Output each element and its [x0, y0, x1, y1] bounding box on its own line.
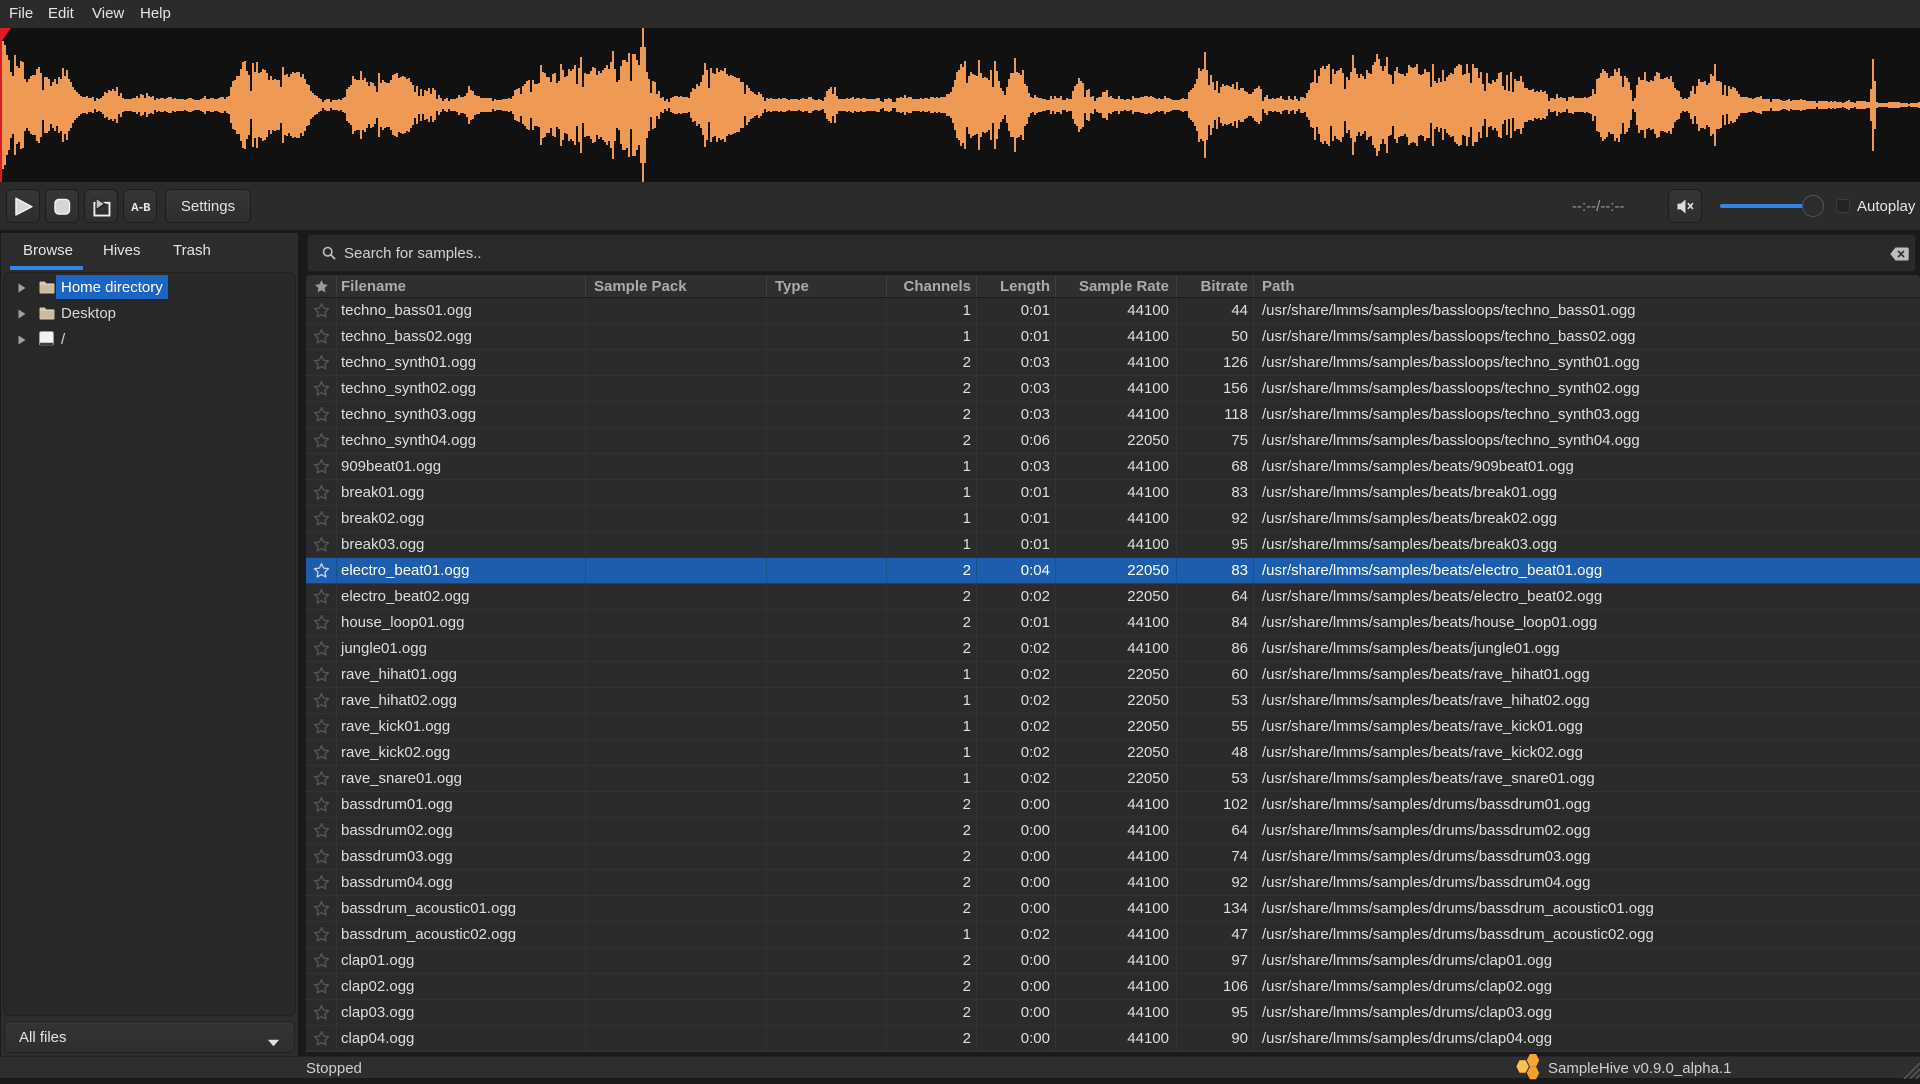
svg-text:A-B: A-B: [131, 201, 151, 215]
